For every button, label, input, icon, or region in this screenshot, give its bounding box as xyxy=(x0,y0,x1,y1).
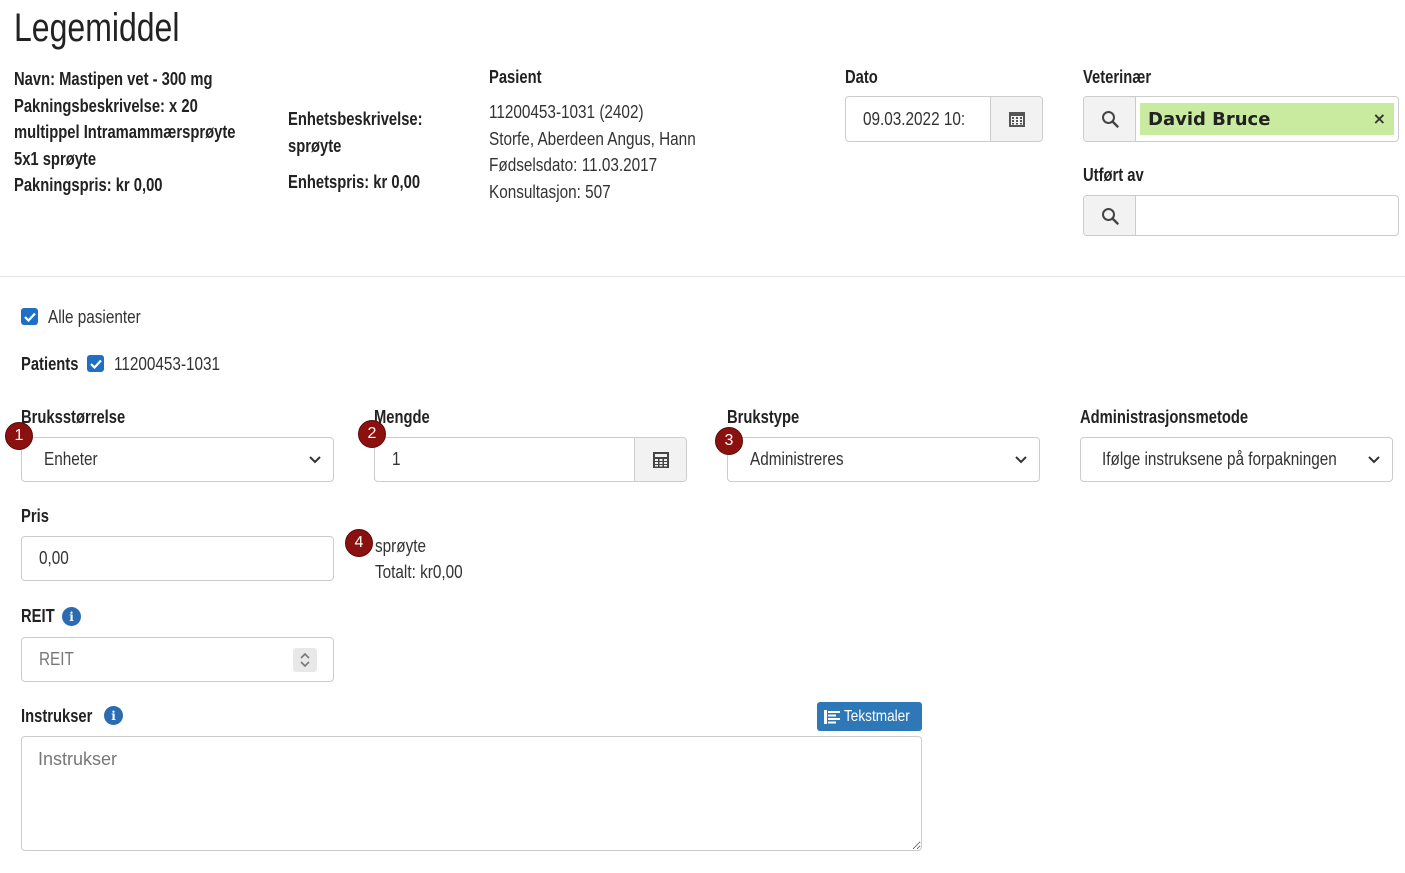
admin-method-select[interactable]: Ifølge instruksene på forpakningen xyxy=(1080,437,1393,482)
instructions-label: Instrukser xyxy=(21,706,93,726)
info-icon[interactable]: i xyxy=(104,706,123,725)
price-summary: sprøyte Totalt: kr0,00 xyxy=(375,533,478,585)
chevron-down-icon xyxy=(297,455,333,464)
chevron-down-icon xyxy=(1356,455,1392,464)
date-field[interactable]: 09.03.2022 10: xyxy=(845,96,1043,142)
date-label: Dato xyxy=(845,67,878,87)
package-price: Pakningspris: kr 0,00 xyxy=(14,175,163,195)
product-info: Navn: Mastipen vet - 300 mg Pakningsbesk… xyxy=(14,66,284,199)
vet-selected-name: David Bruce xyxy=(1148,108,1271,130)
vet-selected-tag: David Bruce × xyxy=(1140,103,1394,135)
usage-type-select[interactable]: Administreres xyxy=(727,437,1040,482)
admin-method-label: Administrasjonsmetode xyxy=(1080,407,1249,427)
package-description: Pakningsbeskrivelse: x 20 xyxy=(14,95,198,116)
calendar-icon[interactable] xyxy=(990,97,1042,141)
all-patients-checkbox[interactable] xyxy=(21,308,38,325)
patient-consult: Konsultasjon: 507 xyxy=(489,182,611,203)
vet-field[interactable]: David Bruce × xyxy=(1083,96,1399,142)
stepper-icon[interactable] xyxy=(293,648,317,672)
patient-birth: Fødselsdato: 11.03.2017 xyxy=(489,155,658,176)
text-templates-button[interactable]: Tekstmaler xyxy=(817,702,922,731)
search-icon[interactable] xyxy=(1084,97,1136,141)
quantity-label: Mengde xyxy=(374,407,430,427)
patient-checkbox[interactable] xyxy=(87,355,104,372)
text-templates-label: Tekstmaler xyxy=(843,707,910,725)
quantity-input[interactable]: 1 xyxy=(392,449,401,470)
patient-species: Storfe, Aberdeen Angus, Hann xyxy=(489,128,696,149)
reit-field[interactable]: REIT xyxy=(21,637,334,682)
instructions-textarea[interactable] xyxy=(21,736,922,851)
section-divider xyxy=(0,276,1405,277)
step-badge-2: 2 xyxy=(358,420,386,448)
search-icon[interactable] xyxy=(1084,196,1136,235)
calculator-icon[interactable] xyxy=(634,438,686,481)
package-description-2: multippel Intramammærsprøyte xyxy=(14,122,236,142)
unit-price: Enhetspris: kr 0,00 xyxy=(288,172,421,192)
performed-by-field[interactable] xyxy=(1083,195,1399,236)
unit-description-value: sprøyte xyxy=(288,135,342,156)
product-name: Navn: Mastipen vet - 300 mg xyxy=(14,69,213,89)
price-label: Pris xyxy=(21,506,49,526)
performed-by-label: Utført av xyxy=(1083,165,1144,185)
patient-checkbox-id: 11200453-1031 xyxy=(114,354,221,374)
price-total: Totalt: kr0,00 xyxy=(375,562,463,582)
chevron-down-icon xyxy=(1003,455,1039,464)
price-input[interactable]: 0,00 xyxy=(39,548,69,569)
patient-id: 11200453-1031 (2402) xyxy=(489,102,644,122)
patient-label: Pasient xyxy=(489,67,542,87)
usage-size-value: Enheter xyxy=(44,449,98,469)
info-icon[interactable]: i xyxy=(62,607,81,626)
price-unit: sprøyte xyxy=(375,536,427,556)
usage-type-label: Brukstype xyxy=(727,407,800,427)
align-left-icon xyxy=(823,709,840,724)
step-badge-3: 3 xyxy=(715,427,743,455)
step-badge-1: 1 xyxy=(5,422,33,450)
step-badge-4: 4 xyxy=(345,529,373,557)
unit-info: Enhetsbeskrivelse: sprøyte xyxy=(288,106,452,159)
date-value[interactable]: 09.03.2022 10: xyxy=(846,109,990,130)
usage-type-value: Administreres xyxy=(750,449,844,469)
admin-method-value: Ifølge instruksene på forpakningen xyxy=(1102,449,1337,469)
all-patients-label: Alle pasienter xyxy=(48,307,141,327)
price-field[interactable]: 0,00 xyxy=(21,536,334,581)
remove-vet-button[interactable]: × xyxy=(1373,109,1386,128)
usage-size-label: Bruksstørrelse xyxy=(21,407,126,427)
patient-info: 11200453-1031 (2402) Storfe, Aberdeen An… xyxy=(489,99,732,206)
package-description-3: 5x1 sprøyte xyxy=(14,148,97,169)
patients-label: Patients xyxy=(21,354,79,374)
quantity-field[interactable]: 1 xyxy=(374,437,687,482)
usage-size-select[interactable]: Enheter xyxy=(21,437,334,482)
reit-placeholder: REIT xyxy=(39,649,74,669)
vet-label: Veterinær xyxy=(1083,67,1152,87)
reit-label: REIT xyxy=(21,606,55,626)
unit-description-label: Enhetsbeskrivelse: xyxy=(288,109,423,129)
page-title: Legemiddel xyxy=(14,6,180,50)
